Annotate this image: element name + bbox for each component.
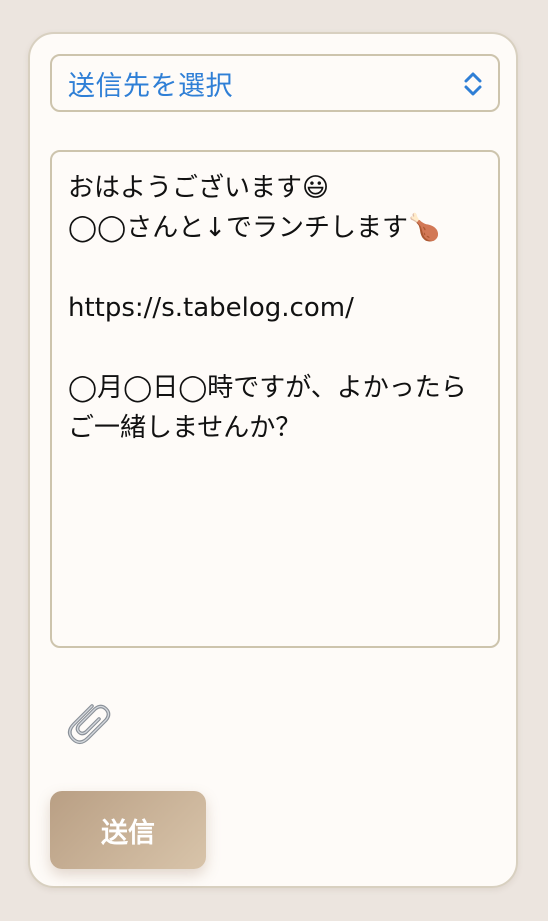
recipient-select[interactable]: 送信先を選択 <box>50 54 500 112</box>
chevron-up-down-icon <box>464 72 482 96</box>
send-button[interactable]: 送信 <box>50 791 206 869</box>
recipient-select-label: 送信先を選択 <box>68 70 233 102</box>
paperclip-icon[interactable] <box>62 694 116 748</box>
compose-card: 送信先を選択 おはようございます😃 ◯◯さんと↓でランチします🍗 https:/… <box>28 32 518 888</box>
message-textarea[interactable]: おはようございます😃 ◯◯さんと↓でランチします🍗 https://s.tabe… <box>50 150 500 648</box>
